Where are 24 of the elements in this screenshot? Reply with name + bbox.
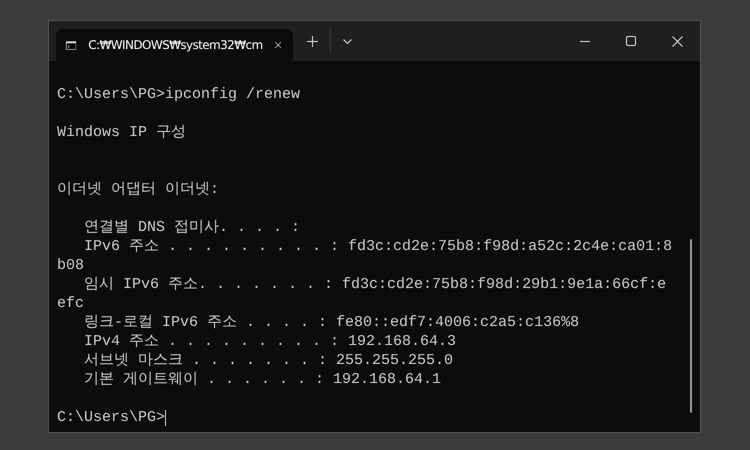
terminal-tab[interactable]: C:₩WINDOWS₩system32₩cm [56,29,293,61]
chevron-down-icon[interactable] [343,38,352,44]
console-line: 이더넷 어댑터 이더넷: [57,180,220,199]
console-line: b08 [57,256,84,275]
new-tab-icon[interactable] [307,36,318,46]
console-line: 연결별 DNS 접미사. . . . : [83,218,300,237]
maximize-icon[interactable] [626,36,636,46]
console-line: IPv4 주소 . . . . . . . . . : 192.168.64.3 [83,332,456,351]
console-prompt: C:\Users\PG> [57,408,166,427]
close-icon[interactable] [672,36,683,46]
console-line: efc [57,294,84,313]
console-line: C:\Users\PG>ipconfig /renew [57,85,300,104]
text-cursor [165,410,166,426]
console-icon [66,38,76,52]
console-line: 서브넷 마스크 . . . . . . . : 255.255.255.0 [83,351,454,370]
console-line: 링크-로컬 IPv6 주소 . . . . : fe80::edf7:4006:c2a5:c136%8 [83,313,580,332]
scrollbar-thumb[interactable] [690,239,692,413]
console-line: Windows IP 구성 [57,123,186,142]
close-icon[interactable] [274,40,281,50]
tab-title: C:₩WINDOWS₩system32₩cm [88,38,263,52]
console-line: IPv6 주소 . . . . . . . . . : fd3c:cd2e:75b8:f98d:a52c:2c4e:ca01:8 [83,237,672,256]
minimize-icon[interactable] [580,40,590,42]
console-line: 임시 IPv6 주소. . . . . . . : fd3c:cd2e:75b8:f98d:29b1:9e1a:66cf:e [83,275,666,294]
console-line: 기본 게이트웨이 . . . . . . : 192.168.64.1 [83,370,442,389]
